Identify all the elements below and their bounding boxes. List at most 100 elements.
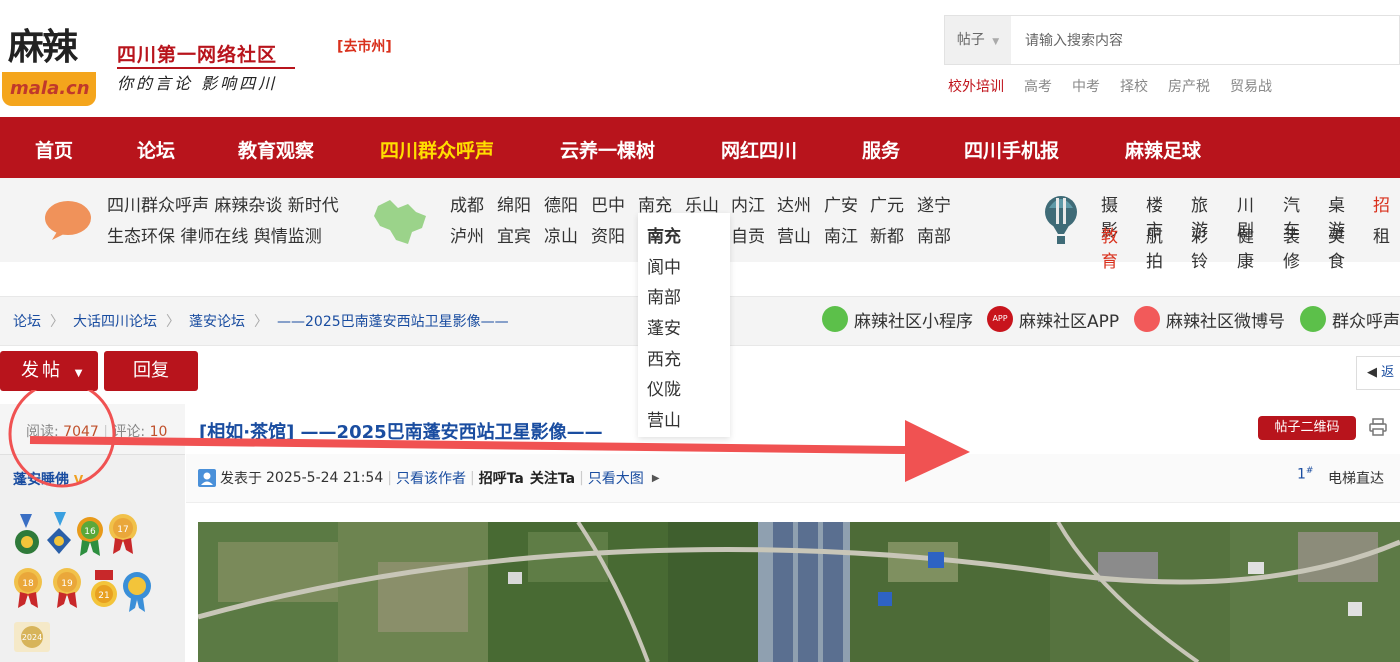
city-link[interactable]: 巴中 — [591, 191, 625, 216]
medal-icon — [123, 572, 151, 612]
app-link[interactable]: APP 麻辣社区APP — [987, 306, 1119, 332]
reply-button[interactable]: 回复 — [104, 351, 198, 391]
city-link[interactable]: 泸州 — [450, 222, 484, 247]
return-label: 返 — [1381, 365, 1395, 380]
floor-jump-link[interactable]: 电梯直达 — [1328, 468, 1384, 488]
breadcrumb-link[interactable]: 大话四川论坛 — [73, 311, 157, 331]
new-post-button[interactable]: 发帖 ▼ — [0, 351, 98, 391]
city-link[interactable]: 南部 — [917, 222, 951, 247]
breadcrumb-link[interactable]: 论坛 — [13, 311, 41, 331]
caret-down-icon: ▼ — [74, 368, 83, 379]
medal-icon: 21 — [91, 570, 117, 607]
medal-icon: 17 — [109, 514, 137, 554]
chevron-down-icon: ▼ — [992, 37, 1000, 47]
intro-links-row1[interactable]: 四川群众呼声 麻辣杂谈 新时代 — [107, 191, 339, 216]
city-link[interactable]: 广元 — [870, 191, 904, 216]
city-link[interactable]: 达州 — [777, 191, 811, 216]
mini-program-link[interactable]: 麻辣社区小程序 — [822, 306, 973, 332]
category-link[interactable]: 招 — [1373, 191, 1390, 216]
hot-link[interactable]: 贸易战 — [1230, 76, 1272, 96]
slogan-divider — [117, 67, 295, 69]
city-link[interactable]: 广安 — [824, 191, 858, 216]
nav-item-mobile-news[interactable]: 四川手机报 — [964, 136, 1059, 163]
medal-icon: 19 — [53, 568, 81, 608]
chat-bubble-icon — [45, 201, 91, 240]
medal-icon — [47, 512, 71, 554]
medal-icon: 2024 — [14, 622, 50, 652]
nav-item-education[interactable]: 教育观察 — [238, 136, 314, 163]
city-link[interactable]: 绵阳 — [497, 191, 531, 216]
hot-link[interactable]: 中考 — [1072, 76, 1100, 96]
weibo-link[interactable]: 麻辣社区微博号 — [1134, 306, 1285, 332]
hot-link[interactable]: 择校 — [1120, 76, 1148, 96]
city-link[interactable]: 宜宾 — [497, 222, 531, 247]
search-input[interactable] — [1011, 16, 1399, 64]
search-type-select[interactable]: 帖子 ▼ — [945, 16, 1011, 64]
return-list-button[interactable]: ◀ 返 — [1356, 356, 1400, 390]
nav-item-service[interactable]: 服务 — [862, 136, 900, 163]
medal-label: 16 — [84, 527, 96, 537]
breadcrumb-current[interactable]: ——2025巴南蓬安西站卫星影像—— — [277, 311, 509, 331]
breadcrumb-link[interactable]: 蓬安论坛 — [189, 311, 245, 331]
category-link[interactable]: 美食 — [1328, 222, 1345, 272]
dropdown-item[interactable]: 南充 — [647, 222, 681, 247]
city-link[interactable]: 凉山 — [544, 222, 578, 247]
nav-item-forum[interactable]: 论坛 — [137, 136, 175, 163]
post-button-label: 发帖 — [21, 360, 63, 381]
nav-item-tree[interactable]: 云养一棵树 — [560, 136, 655, 163]
hot-link[interactable]: 校外培训 — [948, 76, 1004, 96]
dropdown-item[interactable]: 阆中 — [647, 253, 681, 278]
nav-item-football[interactable]: 麻辣足球 — [1125, 136, 1201, 163]
hot-link[interactable]: 房产税 — [1168, 76, 1210, 96]
search-type-label: 帖子 — [956, 32, 985, 48]
city-link[interactable]: 德阳 — [544, 191, 578, 216]
category-link[interactable]: 教育 — [1101, 222, 1118, 272]
site-logo[interactable]: 麻辣 mala.cn — [0, 8, 98, 106]
satellite-image[interactable] — [198, 522, 1400, 662]
city-link[interactable]: 遂宁 — [917, 191, 951, 216]
medal-label: 17 — [117, 525, 128, 535]
main-nav: 首页 论坛 教育观察 四川群众呼声 云养一棵树 网红四川 服务 四川手机报 麻辣… — [0, 117, 1400, 178]
city-link[interactable]: 内江 — [731, 191, 765, 216]
medal-icon: 18 — [14, 568, 42, 608]
city-link[interactable]: 营山 — [777, 222, 811, 247]
city-link[interactable]: 新都 — [870, 222, 904, 247]
social-label: 麻辣社区APP — [1019, 311, 1120, 332]
category-link[interactable]: 装修 — [1283, 222, 1300, 272]
annotation-overlay — [8, 390, 970, 488]
annotation-arrow-head — [905, 420, 970, 482]
category-link[interactable]: 彩铃 — [1191, 222, 1208, 272]
caret-left-icon: ◀ — [1367, 365, 1377, 380]
city-link[interactable]: 南江 — [824, 222, 858, 247]
nav-item-public-voice[interactable]: 四川群众呼声 — [380, 136, 494, 163]
city-link[interactable]: 自贡 — [731, 222, 765, 247]
city-link[interactable]: 资阳 — [591, 222, 625, 247]
wechat-icon — [822, 306, 848, 332]
breadcrumb-separator-icon: 〉 — [166, 314, 180, 330]
medal-label: 2024 — [22, 633, 42, 642]
weibo-icon — [1134, 306, 1160, 332]
post-qr-code-button[interactable]: 帖子二维码 — [1258, 416, 1356, 440]
nav-item-influencer[interactable]: 网红四川 — [721, 136, 797, 163]
category-link[interactable]: 健康 — [1237, 222, 1254, 272]
city-link[interactable]: 成都 — [450, 191, 484, 216]
hot-search-links: 校外培训 高考 中考 择校 房产税 贸易战 — [948, 76, 1292, 96]
city-switch-link[interactable]: [去市州] — [337, 36, 392, 56]
wechat-icon — [1300, 306, 1326, 332]
dropdown-item[interactable]: 蓬安 — [647, 314, 681, 339]
category-link[interactable]: 租 — [1373, 222, 1390, 247]
dropdown-item[interactable]: 南部 — [647, 283, 681, 308]
hot-link[interactable]: 高考 — [1024, 76, 1052, 96]
medal-icon — [15, 514, 39, 554]
breadcrumb: 论坛 〉 大话四川论坛 〉 蓬安论坛 〉 ——2025巴南蓬安西站卫星影像—— — [13, 311, 509, 331]
floor-number[interactable]: 1# — [1297, 466, 1313, 483]
nav-item-home[interactable]: 首页 — [35, 136, 73, 163]
public-voice-link[interactable]: 群众呼声 — [1300, 306, 1400, 332]
search-box: 帖子 ▼ — [944, 15, 1400, 65]
logo-text: 麻辣 — [8, 26, 78, 68]
dropdown-item[interactable]: 西充 — [647, 345, 681, 370]
medal-icon: 16 — [77, 517, 103, 556]
print-icon[interactable] — [1368, 417, 1388, 437]
category-link[interactable]: 航拍 — [1146, 222, 1163, 272]
intro-links-row2[interactable]: 生态环保 律师在线 舆情监测 — [107, 222, 322, 247]
